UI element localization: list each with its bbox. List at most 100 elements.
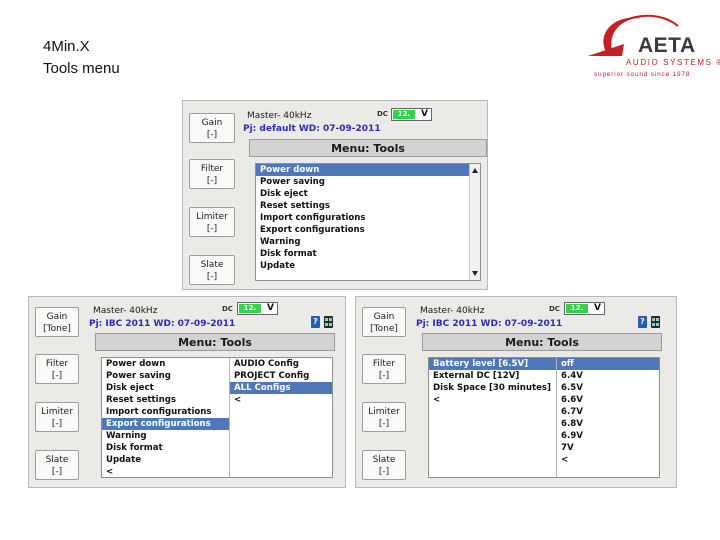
menu-item-update[interactable]: Update [102,454,229,466]
dc-label: DC [377,110,388,118]
menu-item-disk-eject[interactable]: Disk eject [102,382,229,394]
limiter-button-label: Limiter [196,212,228,222]
dc-level: 12. [239,304,261,313]
battery-submenu: off 6.4V 6.5V 6.6V 6.7V 6.8V 6.9V 7V < [556,358,659,477]
menu-title: Menu: Tools [95,333,335,351]
menu-item-power-down[interactable]: Power down [256,164,470,176]
device-screen-right: Gain [Tone] Filter [-] Limiter [-] Slate… [355,296,677,488]
tools-menu-list: Power down Power saving Disk eject Reset… [101,357,333,478]
submenu-item-6-7v[interactable]: 6.7V [557,406,659,418]
slate-button-value: [-] [378,467,390,477]
menu-item-power-saving[interactable]: Power saving [256,176,470,188]
menu-item-warning[interactable]: Warning [102,430,229,442]
filter-button-value: [-] [378,371,390,381]
info-icon: ? [638,316,647,328]
logo-name: AETA [638,34,696,57]
dc-indicator: 12. V [564,302,605,315]
slate-button-value: [-] [51,467,63,477]
filter-button[interactable]: Filter [-] [35,354,79,384]
gain-button[interactable]: Gain [-] [189,113,235,143]
dc-indicator: 12. V [237,302,278,315]
filter-button-label: Filter [200,164,224,174]
dc-unit: V [594,303,601,313]
menu-item-warning[interactable]: Warning [256,236,470,248]
aeta-logo: AETA AUDIO SYSTEMS ® superior sound sinc… [586,12,720,82]
gain-button-label: Gain [201,118,223,128]
limiter-button-value: [-] [206,224,218,234]
filter-button-value: [-] [206,176,218,186]
slate-button-label: Slate [200,260,224,270]
info-icon: ? [311,316,320,328]
menu-item-export-configurations[interactable]: Export configurations [102,418,229,430]
menu-item-disk-format[interactable]: Disk format [102,442,229,454]
gain-button[interactable]: Gain [Tone] [35,307,79,337]
tools-menu-list: Battery level [6.5V] External DC [12V] D… [428,357,660,478]
menu-item-disk-format[interactable]: Disk format [256,248,470,260]
submenu-item-back[interactable]: < [557,454,659,466]
filter-button[interactable]: Filter [-] [362,354,406,384]
menu-scrollbar[interactable] [469,164,480,280]
logo-subtitle: AUDIO SYSTEMS ® [626,58,720,67]
menu-item-import-configurations[interactable]: Import configurations [256,212,470,224]
filter-button-value: [-] [51,371,63,381]
gain-button[interactable]: Gain [Tone] [362,307,406,337]
menu-title: Menu: Tools [422,333,662,351]
menu-item-export-configurations[interactable]: Export configurations [256,224,470,236]
logo-subtitle-text: AUDIO SYSTEMS [626,58,713,67]
master-label: Master- 40kHz [247,111,312,121]
menu-item-battery-level[interactable]: Battery level [6.5V] [429,358,556,370]
scroll-up-icon[interactable] [472,168,478,173]
export-submenu: AUDIO Config PROJECT Config ALL Configs … [229,358,332,477]
limiter-button[interactable]: Limiter [-] [35,402,79,432]
submenu-item-6-9v[interactable]: 6.9V [557,430,659,442]
submenu-item-back[interactable]: < [230,394,332,406]
menu-item-disk-eject[interactable]: Disk eject [256,188,470,200]
submenu-item-all-configs[interactable]: ALL Configs [230,382,332,394]
submenu-item-6-4v[interactable]: 6.4V [557,370,659,382]
slate-button[interactable]: Slate [-] [35,450,79,480]
dc-unit: V [267,303,274,313]
menu-item-external-dc[interactable]: External DC [12V] [429,370,556,382]
limiter-button-value: [-] [378,419,390,429]
submenu-item-6-5v[interactable]: 6.5V [557,382,659,394]
project-line: Pj: default WD: 07-09-2011 [243,124,381,134]
logo-registered-mark: ® [716,58,720,67]
menu-item-power-down[interactable]: Power down [102,358,229,370]
submenu-item-6-6v[interactable]: 6.6V [557,394,659,406]
menu-item-power-saving[interactable]: Power saving [102,370,229,382]
menu-item-reset-settings[interactable]: Reset settings [102,394,229,406]
dc-unit: V [421,109,428,119]
limiter-button[interactable]: Limiter [-] [189,207,235,237]
submenu-item-project-config[interactable]: PROJECT Config [230,370,332,382]
submenu-item-off[interactable]: off [557,358,659,370]
menu-item-update[interactable]: Update [256,260,470,272]
gain-button-value: [Tone] [370,324,398,334]
master-label: Master- 40kHz [93,306,158,316]
scroll-down-icon[interactable] [472,271,478,276]
slate-button[interactable]: Slate [-] [362,450,406,480]
slate-button[interactable]: Slate [-] [189,255,235,285]
slide-title-line-1: 4Min.X [43,38,90,55]
slate-button-label: Slate [45,455,69,465]
dc-label: DC [549,305,560,313]
menu-item-import-configurations[interactable]: Import configurations [102,406,229,418]
slide-title-line-2: Tools menu [43,60,120,77]
menu-item-reset-settings[interactable]: Reset settings [256,200,470,212]
network-icon [324,316,333,328]
menu-item-back[interactable]: < [102,466,229,477]
gain-button-label: Gain [46,312,68,322]
slide-title: 4Min.X Tools menu [43,36,120,80]
dc-level: 12. [393,110,415,119]
filter-button[interactable]: Filter [-] [189,159,235,189]
menu-item-back[interactable]: < [429,394,556,406]
limiter-button[interactable]: Limiter [-] [362,402,406,432]
submenu-item-6-8v[interactable]: 6.8V [557,418,659,430]
filter-button-label: Filter [372,359,396,369]
submenu-item-audio-config[interactable]: AUDIO Config [230,358,332,370]
submenu-item-7v[interactable]: 7V [557,442,659,454]
limiter-button-label: Limiter [41,407,73,417]
gain-button-value: [-] [206,130,218,140]
dc-indicator: 12. V [391,108,432,121]
menu-item-disk-space[interactable]: Disk Space [30 minutes] [429,382,556,394]
limiter-button-label: Limiter [368,407,400,417]
